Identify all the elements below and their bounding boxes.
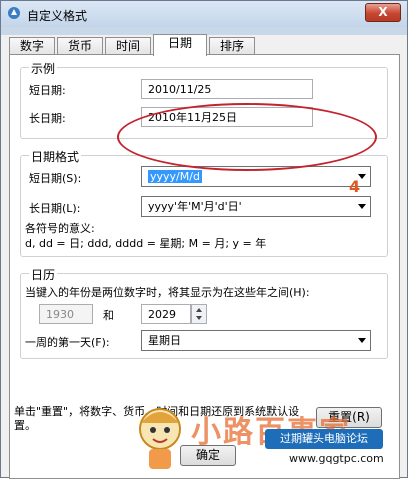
symbols-label: 各符号的意义: bbox=[25, 222, 95, 235]
year-from-field: 1930 bbox=[39, 304, 93, 324]
mascot-logo bbox=[139, 408, 181, 469]
app-icon bbox=[8, 7, 20, 19]
calendar-group: 日历 当键入的年份是两位数字时，将其显示为在这些年之间(H): 1930 和 2… bbox=[20, 266, 388, 359]
example-long-label: 长日期: bbox=[29, 112, 66, 125]
tab-number[interactable]: 数字 bbox=[9, 37, 55, 55]
watermark-url: www.gqgtpc.com bbox=[289, 452, 384, 465]
tab-currency[interactable]: 货币 bbox=[57, 37, 103, 55]
title-bar: 自定义格式 X bbox=[1, 1, 407, 27]
date-format-group-title: 日期格式 bbox=[29, 148, 82, 165]
chevron-up-icon[interactable] bbox=[196, 308, 202, 312]
tab-date[interactable]: 日期 bbox=[153, 34, 207, 56]
example-group-title: 示例 bbox=[29, 60, 58, 77]
custom-format-dialog: 自定义格式 X 数字 货币 时间 日期 排序 示例 短日期: 2010/11/2… bbox=[0, 0, 408, 479]
close-button[interactable]: X bbox=[365, 3, 401, 22]
year-to-stepper[interactable] bbox=[191, 304, 207, 324]
date-format-group: 日期格式 短日期(S): yyyy/M/d 长日期(L): yyyy'年'M'月… bbox=[20, 148, 388, 257]
chevron-down-icon[interactable] bbox=[358, 204, 366, 209]
example-short-label: 短日期: bbox=[29, 84, 66, 97]
year-to-field[interactable]: 2029 bbox=[141, 304, 191, 324]
tab-time[interactable]: 时间 bbox=[105, 37, 151, 55]
tab-strip: 数字 货币 时间 日期 排序 bbox=[9, 34, 399, 56]
long-date-value: yyyy'年'M'月'd'日' bbox=[148, 200, 242, 213]
short-date-value: yyyy/M/d bbox=[148, 170, 202, 183]
long-date-combo[interactable]: yyyy'年'M'月'd'日' bbox=[141, 196, 371, 217]
short-date-label: 短日期(S): bbox=[29, 172, 82, 185]
tab-sort[interactable]: 排序 bbox=[209, 37, 255, 55]
chevron-down-icon[interactable] bbox=[358, 338, 366, 343]
first-day-label: 一周的第一天(F): bbox=[25, 336, 110, 349]
calendar-group-title: 日历 bbox=[29, 266, 58, 283]
first-day-combo[interactable]: 星期日 bbox=[141, 330, 371, 351]
window-title: 自定义格式 bbox=[27, 9, 88, 23]
and-label: 和 bbox=[103, 309, 114, 322]
first-day-value: 星期日 bbox=[148, 334, 181, 347]
long-date-label: 长日期(L): bbox=[29, 202, 81, 215]
example-short-value: 2010/11/25 bbox=[141, 79, 313, 99]
annotation-ellipse bbox=[117, 103, 377, 171]
symbols-meaning: d, dd = 日; ddd, dddd = 星期; M = 月; y = 年 bbox=[25, 237, 267, 250]
two-digit-year-label: 当键入的年份是两位数字时，将其显示为在这些年之间(H): bbox=[25, 286, 310, 299]
annotation-number: 4 bbox=[349, 177, 361, 196]
watermark-badge: 过期罐头电脑论坛 bbox=[265, 429, 383, 449]
chevron-down-icon[interactable] bbox=[196, 316, 202, 320]
